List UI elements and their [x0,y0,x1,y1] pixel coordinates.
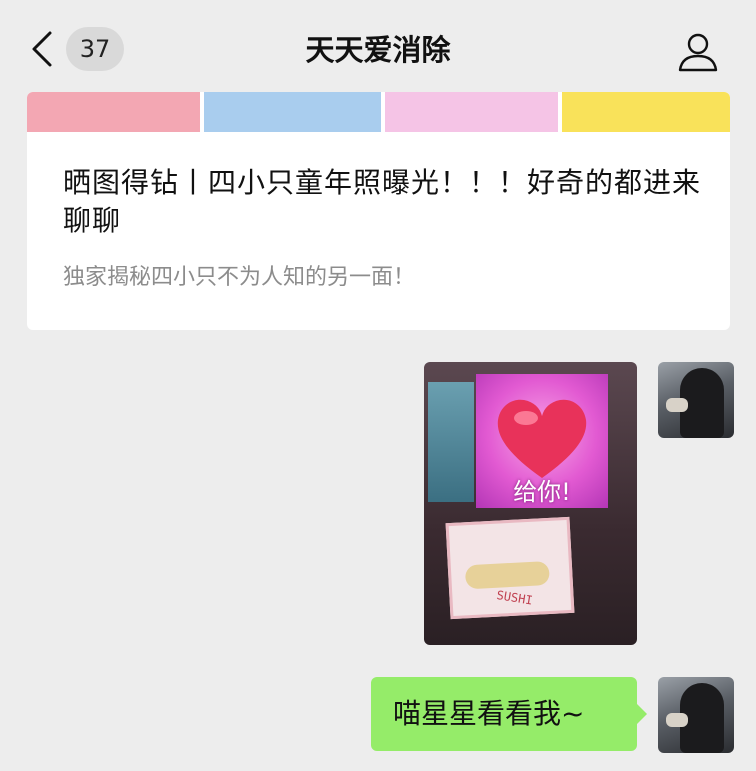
heart-icon [497,399,587,478]
chevron-left-icon [32,31,52,67]
chat-header: 37 天天爱消除 [0,0,756,92]
article-card[interactable]: 晒图得钻丨四小只童年照曝光！！！好奇的都进来聊聊 独家揭秘四小只不为人知的另一面… [27,92,730,330]
avatar[interactable] [658,362,734,438]
background-poster [428,382,474,502]
strip-pink [27,92,200,132]
sushi-food [464,560,550,590]
person-icon[interactable] [676,30,720,74]
strip-yellow [562,92,730,132]
card-image-strip [27,92,730,132]
photo-message[interactable]: 给你! SUSHI [424,362,637,645]
bubble-tail [637,704,647,724]
chat-title: 天天爱消除 [305,33,451,67]
sushi-box: SUSHI [445,516,575,620]
heart-sticker: 给你! [476,374,608,508]
avatar[interactable] [658,677,734,753]
strip-blue [204,92,381,132]
unread-count-badge: 37 [66,27,124,71]
article-description: 独家揭秘四小只不为人知的另一面！ [63,265,416,290]
box-label: SUSHI [495,588,534,608]
sticker-caption: 给你! [513,478,571,506]
article-title: 晒图得钻丨四小只童年照曝光！！！好奇的都进来聊聊 [63,166,702,237]
strip-lilac [385,92,558,132]
text-message-bubble[interactable]: 喵星星看看我~ [371,677,637,751]
back-button[interactable]: 37 [30,22,130,76]
